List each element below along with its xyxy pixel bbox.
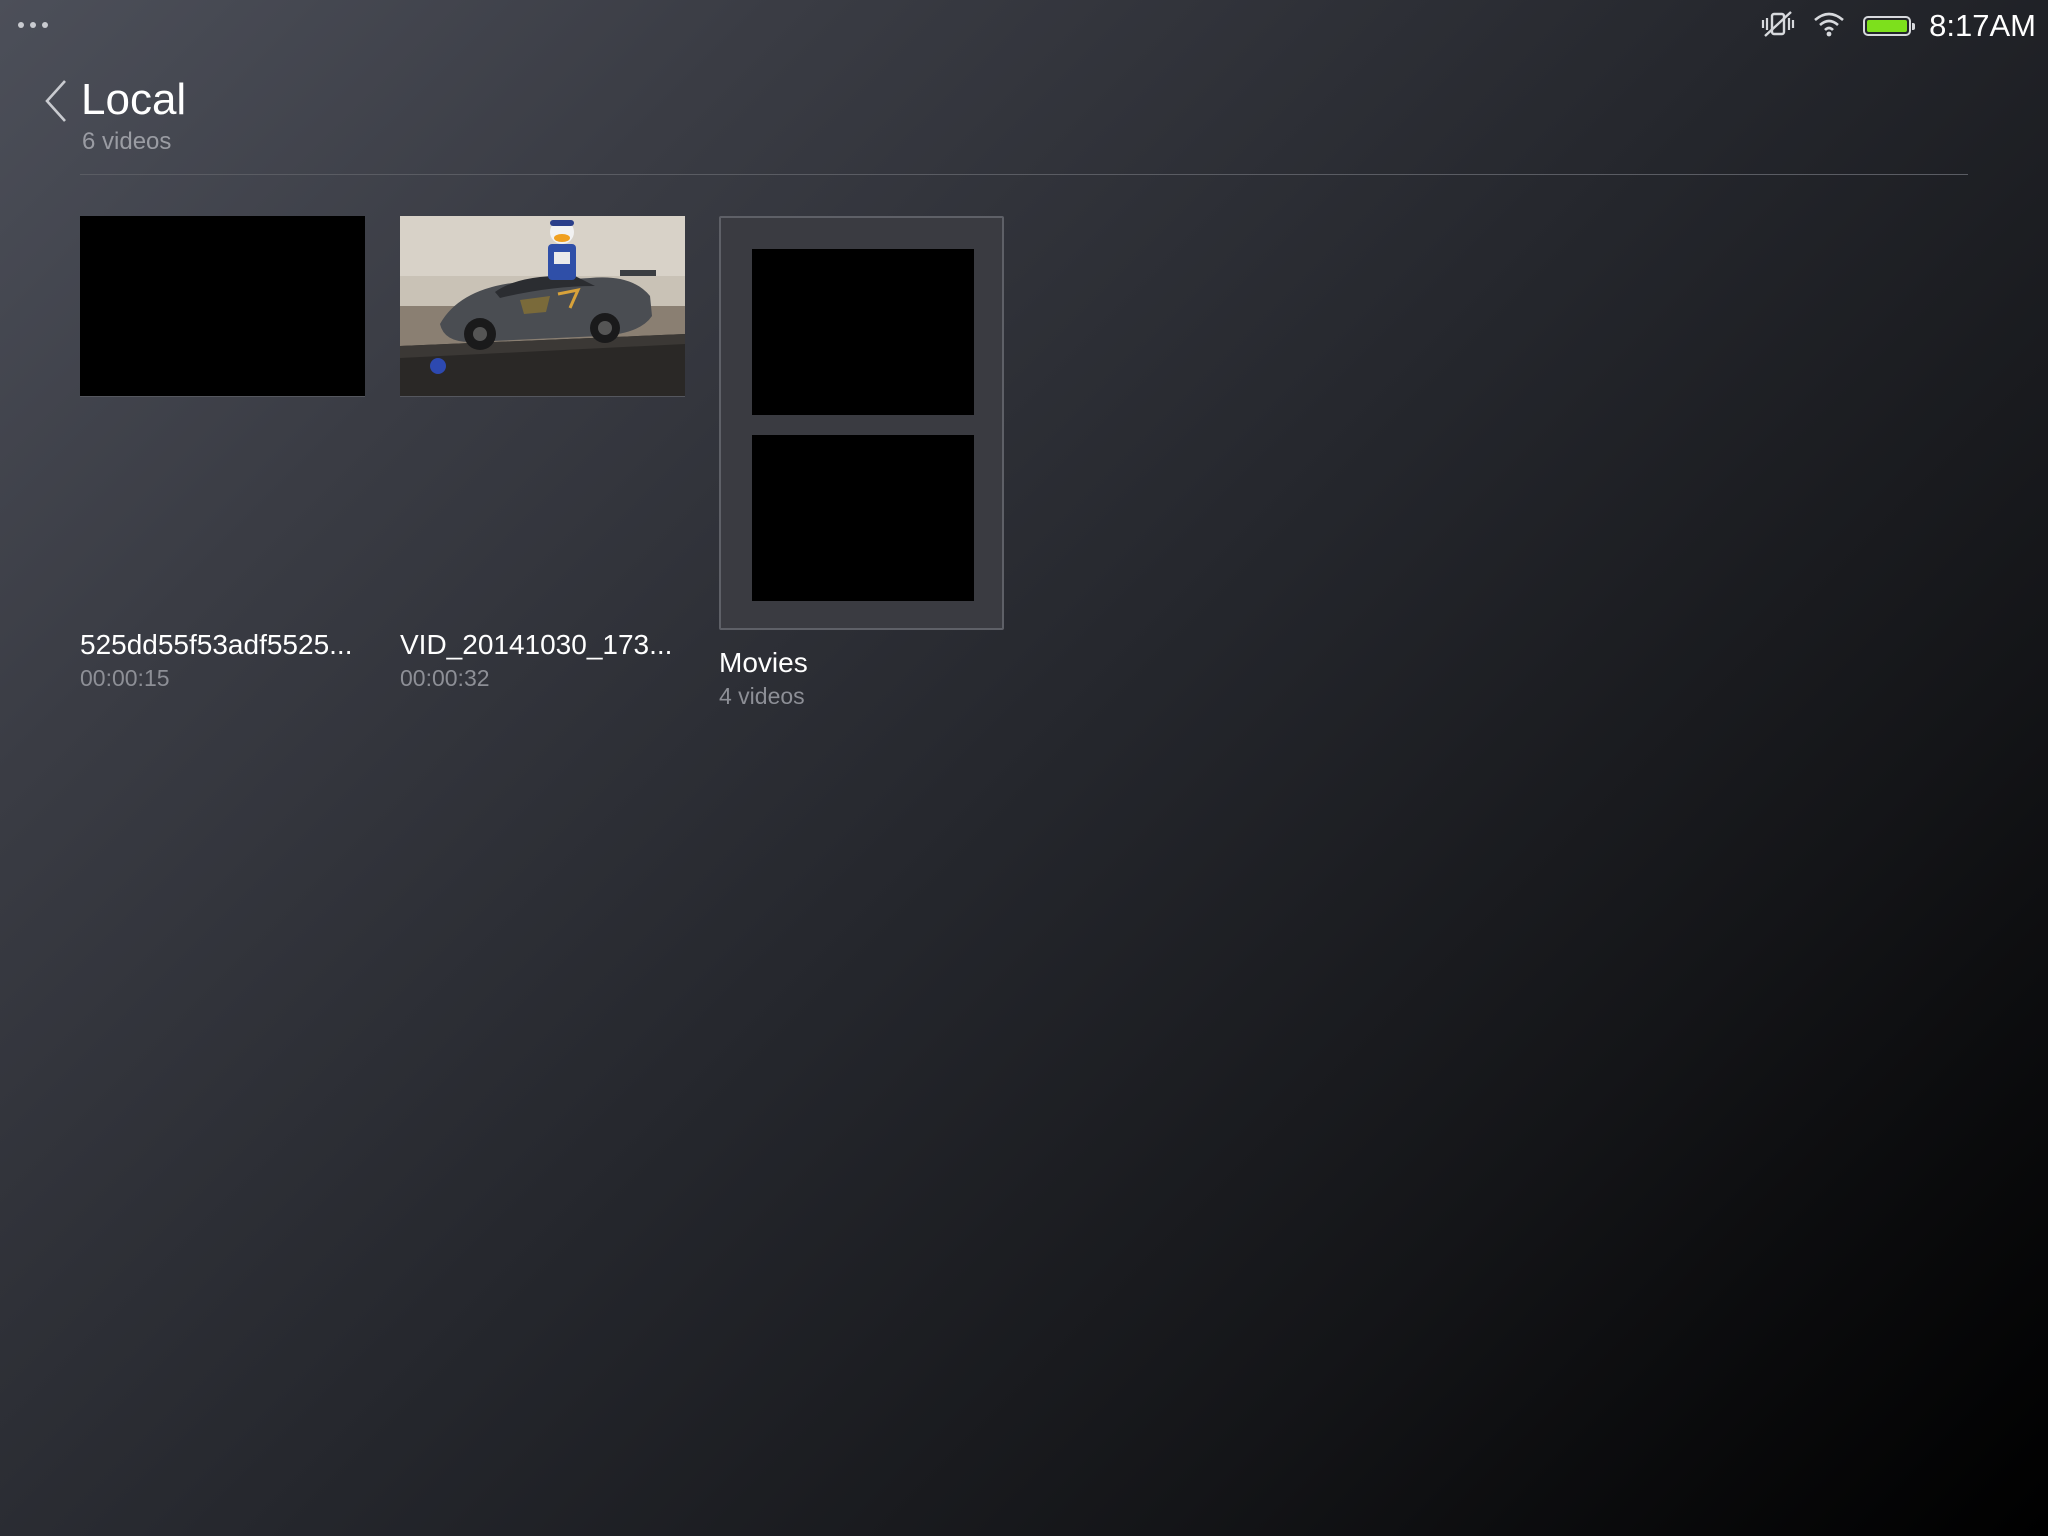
folder-thumbnail [752,249,974,415]
battery-level [1867,20,1908,32]
header-divider [80,174,1968,175]
video-thumbnail [400,216,685,396]
status-bar: 8:17AM [1761,6,2036,46]
folder-video-count: 4 videos [719,683,805,709]
video-thumbnail [80,216,365,396]
back-button[interactable] [38,78,74,124]
video-duration: 00:00:15 [80,665,170,691]
video-item[interactable] [80,216,365,696]
wifi-icon [1813,11,1845,42]
video-duration: 00:00:32 [400,665,490,691]
video-title: VID_20141030_173... [400,629,673,660]
vibrate-off-icon [1761,9,1795,44]
folder-thumbnail [752,435,974,601]
video-count: 6 videos [82,128,172,155]
overflow-menu-icon[interactable] [18,18,58,32]
folder-title: Movies [719,647,808,678]
page-title: Local [81,75,187,124]
clock: 8:17AM [1929,8,2036,43]
folder-item[interactable] [719,216,1004,630]
chevron-left-icon [45,80,66,122]
battery-icon [1863,16,1916,36]
video-title: 525dd55f53adf5525... [80,629,353,660]
video-item[interactable] [400,216,685,696]
